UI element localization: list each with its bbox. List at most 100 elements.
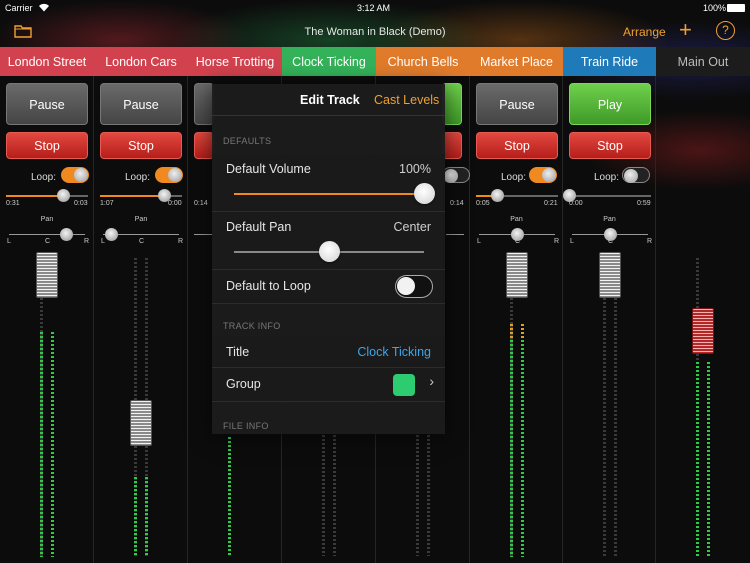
volume-fader[interactable] xyxy=(599,252,621,298)
pan-label: Pan xyxy=(40,216,54,223)
loop-toggle[interactable] xyxy=(61,167,89,183)
pan-right-mark: R xyxy=(554,238,560,245)
loop-toggle[interactable] xyxy=(622,167,650,183)
level-meter xyxy=(696,362,699,557)
elapsed-time: 0:05 xyxy=(476,200,490,207)
group-color-swatch[interactable] xyxy=(393,374,415,396)
pan-slider[interactable] xyxy=(9,228,85,241)
stop-button[interactable]: Stop xyxy=(6,132,88,159)
default-loop-label: Default to Loop xyxy=(226,279,311,293)
master-volume-fader[interactable] xyxy=(692,308,714,354)
loop-toggle[interactable] xyxy=(529,167,557,183)
loop-toggle[interactable] xyxy=(442,167,470,183)
pause-button[interactable]: Pause xyxy=(6,83,88,125)
tab-edit-track[interactable]: Edit Track xyxy=(300,93,360,107)
group-row[interactable]: Group › xyxy=(212,368,445,402)
pause-button[interactable]: Pause xyxy=(100,83,182,125)
defaults-header: DEFAULTS xyxy=(223,136,272,146)
default-volume-knob[interactable] xyxy=(414,183,435,204)
stop-button[interactable]: Stop xyxy=(100,132,182,159)
loop-label: Loop: xyxy=(594,172,620,183)
tab-london-street[interactable]: London Street xyxy=(0,47,94,76)
tab-main-out[interactable]: Main Out xyxy=(656,47,750,76)
pan-slider[interactable] xyxy=(479,228,555,241)
tab-train-ride[interactable]: Train Ride xyxy=(563,47,656,76)
default-pan-value: Center xyxy=(393,220,431,234)
title-row[interactable]: Title Clock Ticking xyxy=(212,337,445,368)
status-bar: Carrier 3:12 AM 100% xyxy=(0,0,750,16)
popover-header: Edit Track Cast Levels xyxy=(212,84,445,116)
battery-icon xyxy=(727,4,745,12)
tab-cast-levels[interactable]: Cast Levels xyxy=(374,93,439,107)
remaining-time: 0:03 xyxy=(74,200,88,207)
stop-button[interactable]: Stop xyxy=(569,132,651,159)
pause-button[interactable] xyxy=(194,83,214,125)
stop-button[interactable] xyxy=(442,132,462,159)
default-loop-toggle[interactable] xyxy=(395,275,433,298)
top-bar: The Woman in Black (Demo) Arrange + ? xyxy=(0,16,750,47)
clock-label: 3:12 AM xyxy=(357,3,391,13)
progress-slider[interactable] xyxy=(476,189,558,202)
stop-button[interactable]: Stop xyxy=(476,132,558,159)
pause-button[interactable]: Pause xyxy=(476,83,558,125)
default-volume-row: Default Volume 100% xyxy=(212,154,445,212)
arrange-button[interactable]: Arrange xyxy=(623,25,666,39)
fader-track xyxy=(416,431,419,556)
pan-knob[interactable] xyxy=(104,228,118,241)
pan-slider[interactable] xyxy=(103,228,179,241)
elapsed-time: 0:14 xyxy=(194,200,208,207)
play-button[interactable]: Play xyxy=(569,83,651,125)
default-volume-fill xyxy=(234,193,424,195)
channel-strip: Play Stop Loop: 0:00 0:59 Pan L C R xyxy=(563,76,656,563)
help-icon[interactable]: ? xyxy=(716,21,735,40)
pan-center-mark: C xyxy=(515,238,521,245)
progress-knob[interactable] xyxy=(490,189,504,202)
progress-slider[interactable] xyxy=(6,189,88,202)
default-pan-slider[interactable] xyxy=(234,241,424,262)
pan-right-mark: R xyxy=(647,238,653,245)
volume-fader[interactable] xyxy=(36,252,58,298)
progress-knob[interactable] xyxy=(57,189,71,202)
default-volume-slider[interactable] xyxy=(234,183,435,204)
pan-slider[interactable] xyxy=(572,228,648,241)
pan-left-mark: L xyxy=(477,238,481,245)
default-loop-row: Default to Loop xyxy=(212,270,445,304)
mixer-screen: Carrier 3:12 AM 100% The Woman in Black … xyxy=(0,0,750,563)
default-pan-knob[interactable] xyxy=(319,241,340,262)
title-value[interactable]: Clock Ticking xyxy=(357,345,431,359)
tab-church-bells[interactable]: Church Bells xyxy=(376,47,470,76)
fader-track xyxy=(614,258,617,558)
volume-fader[interactable] xyxy=(506,252,528,298)
group-label: Group xyxy=(226,377,261,391)
wifi-icon xyxy=(38,3,50,14)
add-icon[interactable]: + xyxy=(679,18,692,42)
elapsed-time: 0:31 xyxy=(6,200,20,207)
remaining-time: 0:14 xyxy=(450,200,464,207)
play-button[interactable] xyxy=(442,83,462,125)
elapsed-time: 0:00 xyxy=(569,200,583,207)
pan-knob[interactable] xyxy=(60,228,73,241)
loop-toggle[interactable] xyxy=(155,167,183,183)
pan-slider[interactable] xyxy=(446,234,464,235)
volume-fader[interactable] xyxy=(130,400,152,446)
carrier-label: Carrier xyxy=(5,3,33,13)
tab-horse-trotting[interactable]: Horse Trotting xyxy=(188,47,282,76)
fader-track xyxy=(322,431,325,556)
progress-slider[interactable] xyxy=(563,189,651,202)
remaining-time: 0:59 xyxy=(637,200,651,207)
remaining-time: 0:00 xyxy=(168,200,182,207)
level-meter xyxy=(521,332,524,557)
edit-track-popover: Edit Track Cast Levels DEFAULTS Default … xyxy=(212,84,445,434)
channel-strip: Pause Stop Loop: 1:07 0:00 Pan L C R xyxy=(94,76,188,563)
progress-fill xyxy=(6,195,64,197)
tab-clock-ticking[interactable]: Clock Ticking xyxy=(282,47,376,76)
stop-button[interactable] xyxy=(194,132,214,159)
track-info-header: TRACK INFO xyxy=(223,321,281,331)
pan-slider[interactable] xyxy=(194,234,212,235)
tab-london-cars[interactable]: London Cars xyxy=(94,47,188,76)
level-meter-peak xyxy=(521,324,524,338)
pan-right-mark: R xyxy=(178,238,184,245)
level-meter-peak xyxy=(510,324,513,338)
progress-slider[interactable] xyxy=(100,189,182,202)
tab-market-place[interactable]: Market Place xyxy=(470,47,563,76)
